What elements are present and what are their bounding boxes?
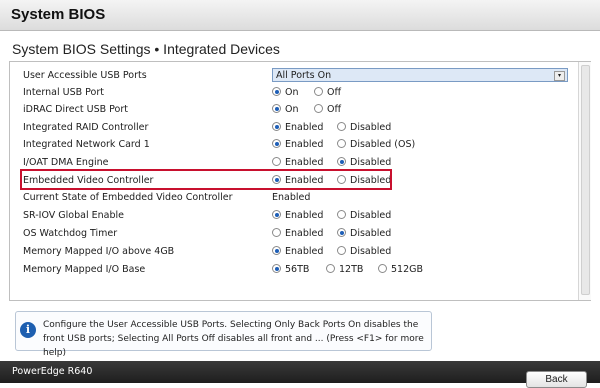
dropdown-arrow-icon[interactable]: ▾: [554, 71, 565, 81]
highlight-box: [20, 169, 392, 190]
setting-row-usb-ports: User Accessible USB Ports All Ports On ▾: [10, 68, 570, 85]
mmio4g-disabled-radio[interactable]: Disabled: [337, 246, 391, 257]
footer-bar: PowerEdge R640: [0, 361, 600, 383]
setting-label: I/OAT DMA Engine: [23, 157, 109, 168]
title-bar: System BIOS: [0, 0, 600, 31]
setting-label: SR-IOV Global Enable: [23, 210, 124, 221]
setting-row-raid: Integrated RAID Controller Enabled Disab…: [10, 120, 570, 137]
setting-row-sriov: SR-IOV Global Enable Enabled Disabled: [10, 208, 570, 225]
watchdog-disabled-radio[interactable]: Disabled: [337, 228, 391, 239]
setting-row-mmio-4gb: Memory Mapped I/O above 4GB Enabled Disa…: [10, 244, 570, 261]
usb-ports-select[interactable]: All Ports On ▾: [272, 68, 568, 82]
video-state-value: Enabled: [272, 192, 311, 203]
radio-icon[interactable]: [337, 139, 346, 148]
window-title: System BIOS: [11, 6, 106, 23]
sriov-disabled-radio[interactable]: Disabled: [337, 210, 391, 221]
setting-label: Memory Mapped I/O above 4GB: [23, 246, 175, 257]
radio-selected-icon[interactable]: [272, 122, 281, 131]
idrac-usb-on-radio[interactable]: On: [272, 104, 299, 115]
radio-selected-icon[interactable]: [337, 228, 346, 237]
internal-usb-on-radio[interactable]: On: [272, 87, 299, 98]
radio-icon[interactable]: [314, 87, 323, 96]
setting-label: iDRAC Direct USB Port: [23, 104, 128, 115]
help-box: i Configure the User Accessible USB Port…: [15, 311, 432, 358]
back-button[interactable]: Back: [526, 371, 587, 388]
radio-icon[interactable]: [337, 210, 346, 219]
radio-icon[interactable]: [337, 246, 346, 255]
radio-icon[interactable]: [378, 264, 387, 273]
setting-row-video-state: Current State of Embedded Video Controll…: [10, 190, 570, 207]
radio-selected-icon[interactable]: [272, 104, 281, 113]
mmio4g-enabled-radio[interactable]: Enabled: [272, 246, 323, 257]
setting-row-internal-usb: Internal USB Port On Off: [10, 85, 570, 102]
radio-icon[interactable]: [272, 157, 281, 166]
idrac-usb-off-radio[interactable]: Off: [314, 104, 341, 115]
mmio-base-56tb-radio[interactable]: 56TB: [272, 264, 309, 275]
radio-selected-icon[interactable]: [272, 246, 281, 255]
radio-selected-icon[interactable]: [337, 157, 346, 166]
radio-selected-icon[interactable]: [272, 87, 281, 96]
setting-row-watchdog: OS Watchdog Timer Enabled Disabled: [10, 226, 570, 243]
page-title: System BIOS Settings • Integrated Device…: [12, 41, 280, 57]
radio-icon[interactable]: [272, 228, 281, 237]
ioat-enabled-radio[interactable]: Enabled: [272, 157, 323, 168]
radio-selected-icon[interactable]: [272, 139, 281, 148]
help-text: Configure the User Accessible USB Ports.…: [43, 320, 424, 358]
setting-label: Integrated Network Card 1: [23, 139, 150, 150]
vertical-scrollbar[interactable]: [578, 62, 591, 300]
scrollbar-thumb[interactable]: [581, 65, 590, 295]
radio-icon[interactable]: [337, 122, 346, 131]
setting-label: OS Watchdog Timer: [23, 228, 118, 239]
setting-label: Internal USB Port: [23, 87, 104, 98]
mmio-base-12tb-radio[interactable]: 12TB: [326, 264, 363, 275]
setting-row-mmio-base: Memory Mapped I/O Base 56TB 12TB 512GB: [10, 262, 570, 279]
usb-ports-selected-value: All Ports On: [276, 70, 332, 81]
internal-usb-off-radio[interactable]: Off: [314, 87, 341, 98]
mmio-base-512gb-radio[interactable]: 512GB: [378, 264, 423, 275]
radio-icon[interactable]: [314, 104, 323, 113]
watchdog-enabled-radio[interactable]: Enabled: [272, 228, 323, 239]
settings-panel: User Accessible USB Ports All Ports On ▾…: [9, 61, 591, 301]
setting-label: Integrated RAID Controller: [23, 122, 149, 133]
setting-row-nic: Integrated Network Card 1 Enabled Disabl…: [10, 137, 570, 154]
setting-label: Current State of Embedded Video Controll…: [23, 192, 233, 203]
ioat-disabled-radio[interactable]: Disabled: [337, 157, 391, 168]
nic-disabled-radio[interactable]: Disabled (OS): [337, 139, 415, 150]
nic-enabled-radio[interactable]: Enabled: [272, 139, 323, 150]
setting-label: Memory Mapped I/O Base: [23, 264, 146, 275]
info-icon: i: [20, 322, 36, 338]
radio-selected-icon[interactable]: [272, 264, 281, 273]
raid-disabled-radio[interactable]: Disabled: [337, 122, 391, 133]
setting-label: User Accessible USB Ports: [23, 70, 147, 81]
setting-row-idrac-usb: iDRAC Direct USB Port On Off: [10, 102, 570, 119]
sriov-enabled-radio[interactable]: Enabled: [272, 210, 323, 221]
radio-selected-icon[interactable]: [272, 210, 281, 219]
radio-icon[interactable]: [326, 264, 335, 273]
raid-enabled-radio[interactable]: Enabled: [272, 122, 323, 133]
model-name: PowerEdge R640: [12, 366, 93, 377]
